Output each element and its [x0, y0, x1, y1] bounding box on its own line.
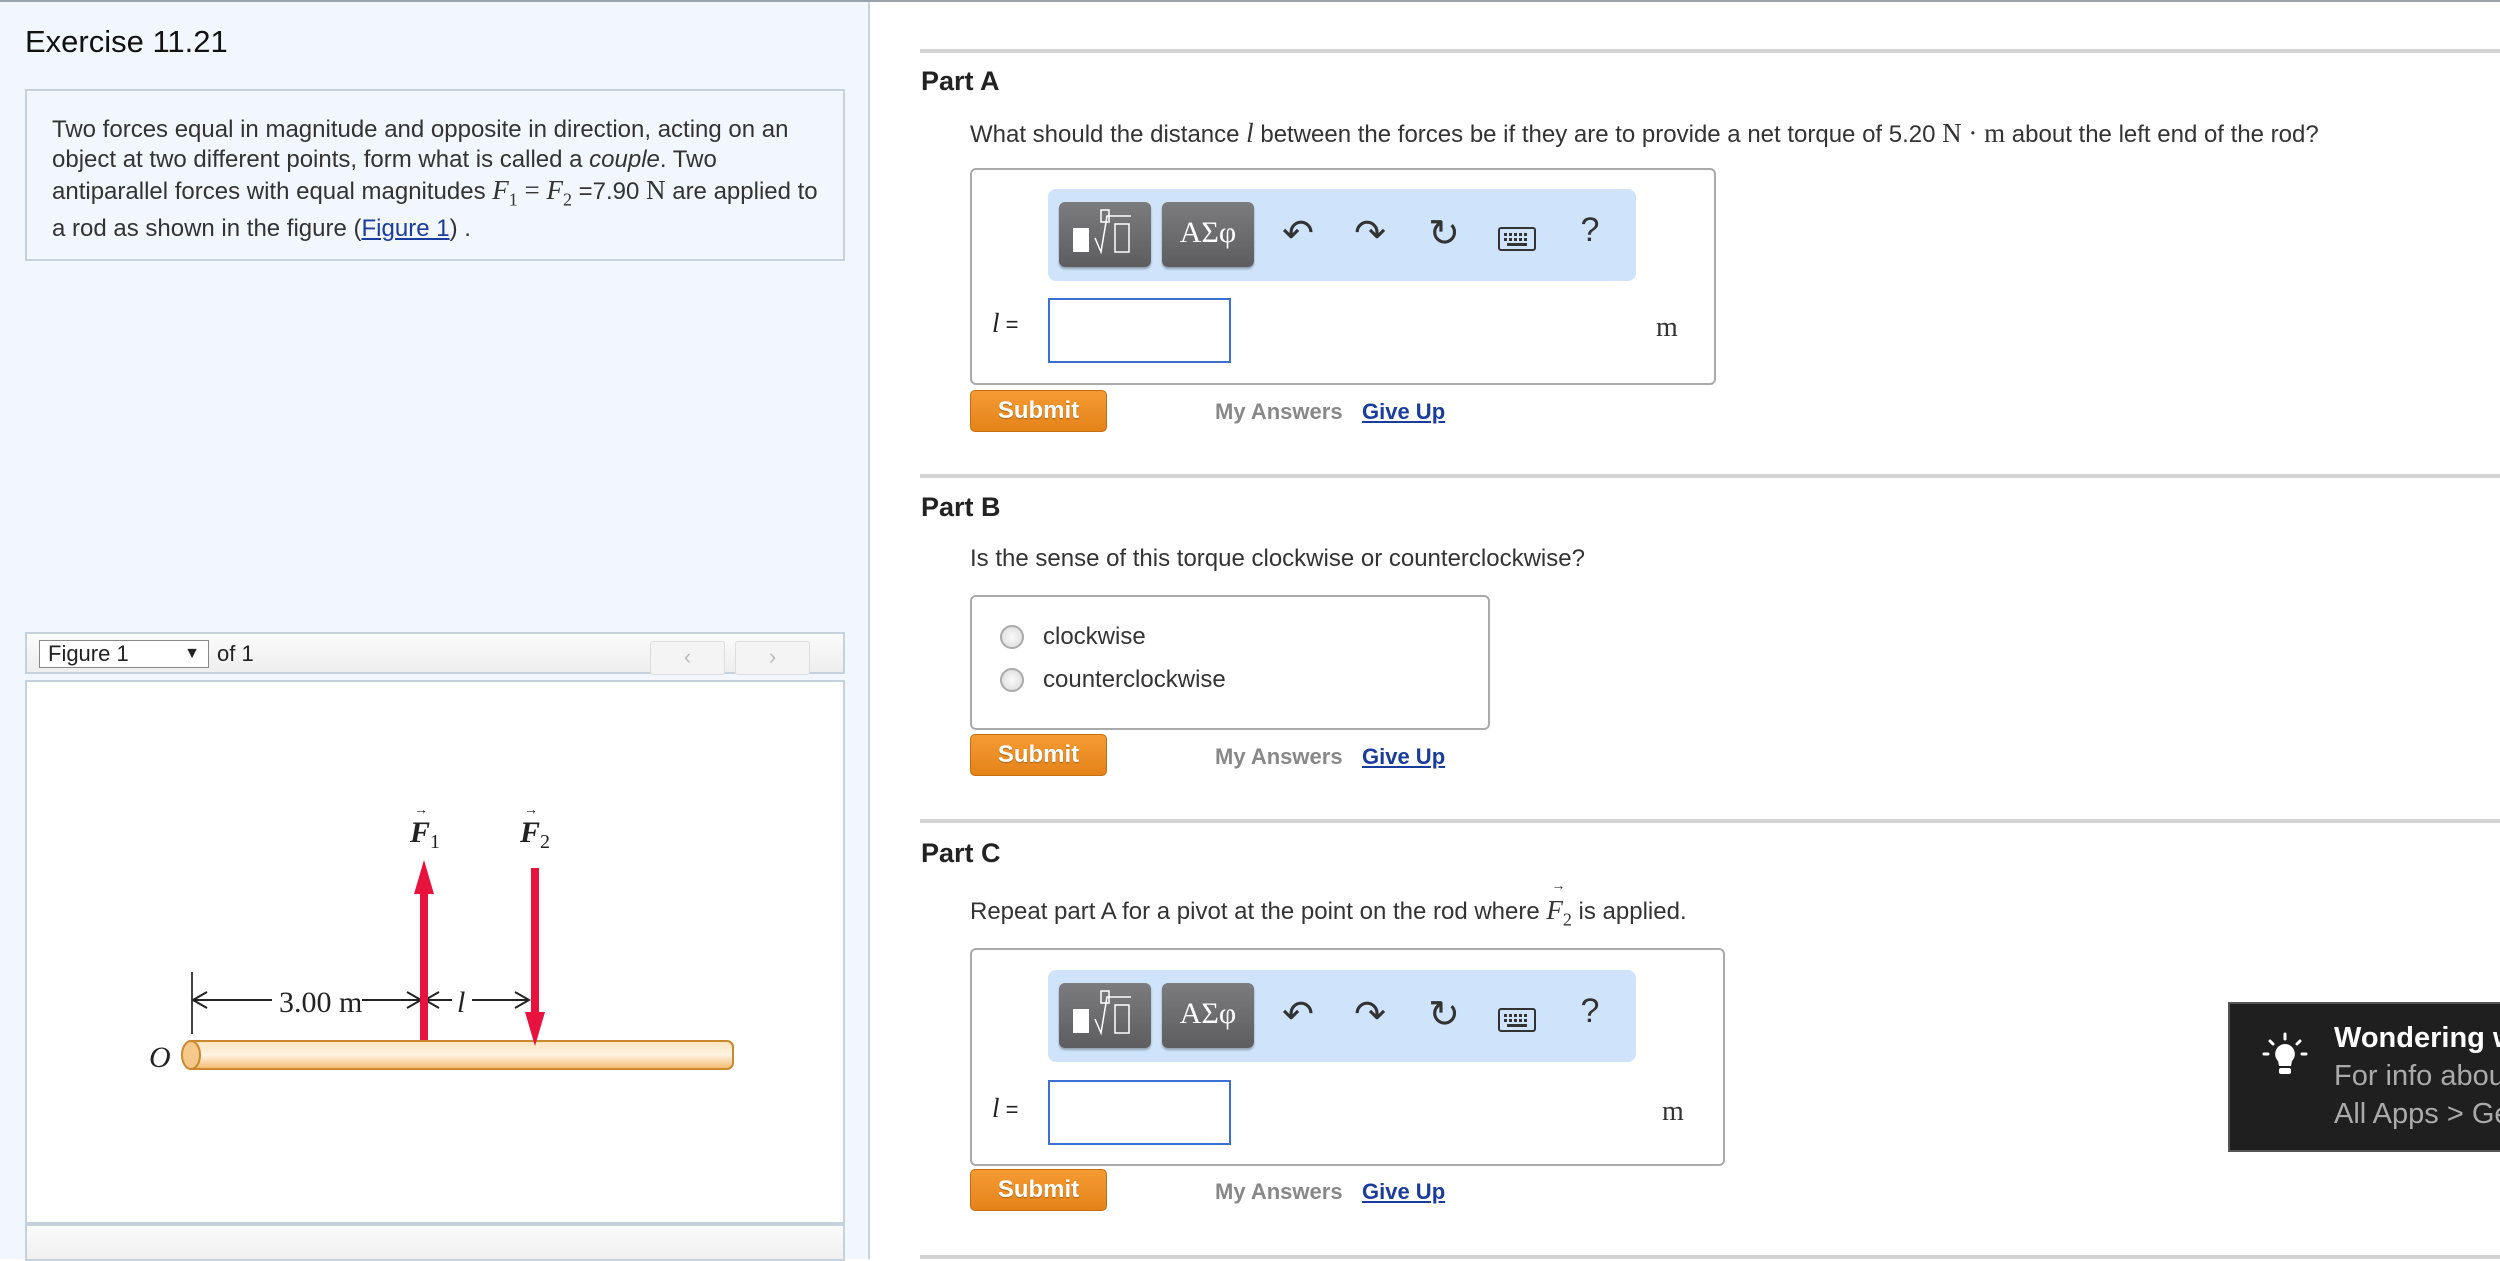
intro-emphasis: couple [589, 146, 660, 173]
figure-select-value: Figure 1 [48, 641, 129, 666]
rod-end [181, 1040, 201, 1070]
help-button[interactable]: ? [1568, 211, 1612, 250]
math-f1: F1 [492, 175, 518, 210]
help-button[interactable]: ? [1568, 992, 1612, 1031]
part-b-submit-button[interactable]: Submit [970, 734, 1107, 776]
part-a-my-answers-link[interactable]: My Answers [1215, 399, 1343, 425]
part-c-answer-box: ΑΣφ ↶ ↷ ↻ ? l = m [970, 948, 1725, 1166]
part-separator [920, 49, 2500, 53]
force-value: =7.90 [571, 178, 647, 205]
unit-newton: N [646, 175, 666, 205]
part-b-give-up-link[interactable]: Give Up [1362, 744, 1445, 770]
problem-pane: Exercise 11.21 Two forces equal in magni… [0, 2, 870, 1261]
figure-area: O 3.00 m l F1 → F2 → [25, 680, 845, 1224]
f1-label: F1 [409, 816, 440, 853]
math-toolbar: ΑΣφ ↶ ↷ ↻ ? [1048, 189, 1636, 281]
part-a-give-up-link[interactable]: Give Up [1362, 399, 1445, 425]
variable-label: l = [992, 308, 1019, 338]
lightbulb-icon [2262, 1032, 2308, 1074]
math-toolbar: ΑΣφ ↶ ↷ ↻ ? [1048, 970, 1636, 1062]
toast-message: For info abou [2334, 1060, 2500, 1092]
force-f1-arrowhead [414, 860, 434, 894]
dropdown-arrow-icon: ▼ [184, 645, 200, 662]
part-c-my-answers-link[interactable]: My Answers [1215, 1179, 1343, 1205]
part-separator [920, 819, 2500, 823]
figure-footer [25, 1224, 845, 1261]
rod-diagram: O 3.00 m l F1 → F2 → [149, 801, 734, 1074]
part-c-submit-button[interactable]: Submit [970, 1169, 1107, 1211]
templates-button[interactable] [1059, 983, 1151, 1048]
unit-label: m [1656, 312, 1678, 343]
symbols-button[interactable]: ΑΣφ [1162, 983, 1254, 1048]
intro-text: ) . [449, 215, 471, 243]
part-b-options-box: clockwise counterclockwise [970, 595, 1490, 730]
option-counterclockwise[interactable]: counterclockwise [1000, 666, 1226, 694]
keyboard-icon[interactable] [1495, 219, 1539, 262]
part-c-question: Repeat part A for a pivot at the point o… [970, 879, 1687, 930]
part-b-title: Part B [921, 492, 1001, 522]
part-c-give-up-link[interactable]: Give Up [1362, 1179, 1445, 1205]
part-c-title: Part C [921, 838, 1001, 868]
rod [184, 1040, 734, 1070]
reset-icon[interactable]: ↻ [1422, 211, 1466, 256]
option-clockwise[interactable]: clockwise [1000, 623, 1146, 651]
part-b-question: Is the sense of this torque clockwise or… [970, 545, 1585, 572]
radio-button[interactable] [1000, 625, 1024, 649]
math-f2-vector: → F2 [1546, 879, 1572, 930]
variable-label: l = [992, 1093, 1019, 1123]
part-separator [920, 1255, 2500, 1259]
force-f1-arrow [420, 882, 428, 1040]
f2-label: F2 [519, 816, 550, 853]
radio-button[interactable] [1000, 668, 1024, 692]
part-a-title: Part A [921, 66, 1000, 96]
origin-label: O [149, 1041, 171, 1074]
keyboard-icon[interactable] [1495, 1000, 1539, 1043]
vector-arrow-icon: → [1551, 879, 1566, 894]
undo-icon[interactable]: ↶ [1276, 992, 1320, 1037]
part-a-answer-input[interactable] [1048, 298, 1231, 363]
part-c-answer-input[interactable] [1048, 1080, 1231, 1145]
next-figure-button[interactable]: › [735, 641, 810, 675]
option-label: clockwise [1043, 623, 1146, 650]
l-label: l [457, 986, 465, 1019]
force-f2-arrow [531, 868, 539, 1028]
symbols-button[interactable]: ΑΣφ [1162, 202, 1254, 267]
math-f2: F2 [546, 175, 572, 210]
part-a-answer-box: ΑΣφ ↶ ↷ ↻ ? l = m [970, 168, 1716, 385]
part-b-my-answers-link[interactable]: My Answers [1215, 744, 1343, 770]
templates-icon [1073, 209, 1131, 255]
redo-icon[interactable]: ↷ [1348, 211, 1392, 256]
part-a-question: What should the distance l between the f… [970, 118, 2319, 148]
undo-icon[interactable]: ↶ [1276, 211, 1320, 256]
part-separator [920, 474, 2500, 478]
distance-label: 3.00 m [279, 986, 362, 1019]
option-label: counterclockwise [1043, 666, 1226, 693]
reset-icon[interactable]: ↻ [1422, 992, 1466, 1037]
redo-icon[interactable]: ↷ [1348, 992, 1392, 1037]
templates-icon [1073, 990, 1131, 1036]
figure-link[interactable]: Figure 1 [362, 215, 450, 242]
vector-arrow-icon: → [524, 801, 538, 817]
vector-arrow-icon: → [414, 801, 428, 817]
figure-nav-bar: Figure 1 ▼ of 1 ‹ › [25, 632, 845, 675]
exercise-title: Exercise 11.21 [25, 24, 228, 59]
system-notification-toast[interactable]: Wondering w For info abou All Apps > Ge [2228, 1002, 2500, 1152]
part-a-submit-button[interactable]: Submit [970, 390, 1107, 432]
math-eq: = [517, 175, 547, 205]
prev-figure-button[interactable]: ‹ [650, 641, 725, 675]
unit-label: m [1662, 1096, 1684, 1127]
toast-message: All Apps > Ge [2334, 1098, 2500, 1130]
problem-intro: Two forces equal in magnitude and opposi… [25, 89, 845, 261]
figure-select[interactable]: Figure 1 ▼ [39, 640, 209, 668]
toast-title: Wondering w [2334, 1022, 2500, 1054]
figure-count: of 1 [217, 641, 254, 666]
templates-button[interactable] [1059, 202, 1151, 267]
